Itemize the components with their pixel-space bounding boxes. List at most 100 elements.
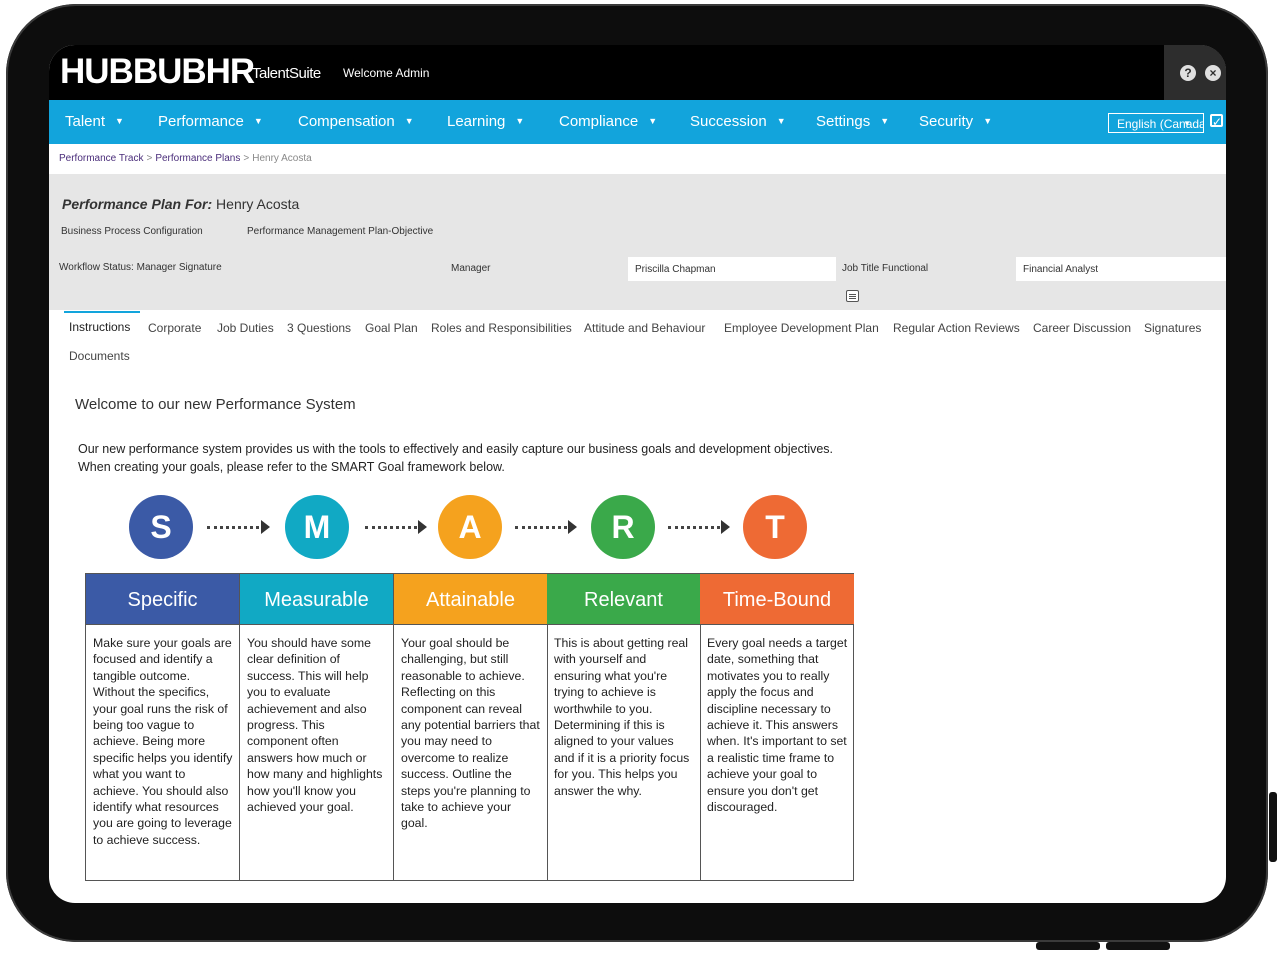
arrow-right-icon	[261, 520, 270, 534]
nav-item-label: Succession	[690, 113, 767, 130]
tab-action-reviews[interactable]: Regular Action Reviews	[893, 321, 1020, 335]
app-screen: HUBBUBHR TalentSuite Welcome Admin ? × T…	[49, 45, 1226, 903]
nav-item-label: Security	[919, 113, 974, 130]
welcome-heading: Welcome to our new Performance System	[75, 396, 356, 413]
plan-title-label: Performance Plan For:	[62, 196, 213, 212]
top-icon-group: ? ×	[1164, 45, 1226, 100]
job-title-label: Job Title Functional	[842, 263, 929, 274]
nav-item-talent[interactable]: Talent ▼	[65, 113, 124, 130]
smart-circle-r: R	[591, 495, 655, 559]
arrow-right-icon	[721, 520, 730, 534]
smart-column-text: Make sure your goals are focused and ide…	[93, 636, 233, 847]
dotted-connector	[207, 526, 265, 529]
nav-item-compliance[interactable]: Compliance ▼	[559, 113, 657, 130]
breadcrumb-separator: >	[243, 153, 250, 164]
page-title: Performance Plan For: Henry Acosta	[62, 196, 299, 212]
tab-corporate[interactable]: Corporate	[148, 321, 201, 335]
tab-job-duties[interactable]: Job Duties	[217, 321, 274, 335]
tablet-side-button	[1269, 792, 1277, 862]
chevron-down-icon: ▼	[253, 116, 263, 126]
logo[interactable]: HUBBUBHR	[60, 52, 255, 92]
tab-documents[interactable]: Documents	[69, 349, 130, 363]
nav-item-succession[interactable]: Succession ▼	[690, 113, 786, 130]
chevron-down-icon: ▼	[776, 116, 786, 126]
dotted-connector	[668, 526, 726, 529]
breadcrumb-separator: >	[146, 153, 153, 164]
employee-name: Henry Acosta	[216, 196, 300, 212]
tab-attitude[interactable]: Attitude and Behaviour	[584, 321, 705, 335]
tablet-bottom-button	[1036, 942, 1100, 950]
tab-3-questions[interactable]: 3 Questions	[287, 321, 351, 335]
nav-item-label: Settings	[816, 113, 871, 130]
close-icon[interactable]: ×	[1205, 65, 1221, 81]
manager-field: Priscilla Chapman	[628, 257, 836, 281]
chevron-down-icon: ▼	[404, 116, 414, 126]
chevron-down-icon: ▼	[115, 116, 124, 126]
smart-column-attainable: Attainable Your goal should be challengi…	[394, 574, 548, 880]
main-nav: Talent ▼ Performance ▼ Compensation ▼ Learn…	[49, 100, 1226, 144]
job-title-field: Financial Analyst	[1016, 257, 1226, 281]
smart-goal-table: Specific Make sure your goals are focuse…	[85, 573, 854, 881]
nav-item-performance[interactable]: Performance ▼	[158, 113, 263, 130]
checkbox-icon[interactable]: ✓	[1210, 114, 1223, 128]
tab-goal-plan[interactable]: Goal Plan	[365, 321, 418, 335]
chevron-down-icon: ▼	[983, 116, 993, 126]
welcome-text: Welcome Admin	[343, 66, 430, 80]
breadcrumb-link[interactable]: Performance Plans	[155, 153, 240, 164]
tab-career-discussion[interactable]: Career Discussion	[1033, 321, 1131, 335]
smart-column-text: You should have some clear definition of…	[247, 636, 383, 815]
help-icon[interactable]: ?	[1180, 65, 1196, 81]
chevron-down-icon: ▼	[880, 116, 890, 126]
smart-circle-s: S	[129, 495, 193, 559]
nav-item-security[interactable]: Security ▼	[919, 113, 992, 130]
smart-circle-t: T	[743, 495, 807, 559]
arrow-right-icon	[418, 520, 427, 534]
plan-header-panel: Performance Plan For: Henry Acosta Busin…	[49, 174, 1226, 310]
dotted-connector	[515, 526, 573, 529]
manager-label: Manager	[451, 263, 491, 274]
arrow-right-icon	[568, 520, 577, 534]
bpc-label: Business Process Configuration	[61, 226, 203, 237]
smart-column-text: Every goal needs a target date, somethin…	[707, 636, 848, 815]
dotted-connector	[365, 526, 423, 529]
smart-column-header: Specific	[86, 574, 239, 625]
smart-column-header: Measurable	[240, 574, 393, 625]
intro-line: Our new performance system provides us w…	[78, 442, 834, 456]
tab-roles[interactable]: Roles and Responsibilities	[431, 321, 572, 335]
smart-column-measurable: Measurable You should have some clear de…	[240, 574, 394, 880]
smart-column-text: This is about getting real with yourself…	[554, 636, 690, 798]
smart-column-header: Time-Bound	[700, 574, 854, 625]
chevron-down-icon: ▼	[1183, 119, 1191, 128]
nav-item-label: Compliance	[559, 113, 639, 130]
nav-item-label: Performance	[158, 113, 244, 130]
breadcrumb-link[interactable]: Performance Track	[59, 153, 143, 164]
top-bar: HUBBUBHR TalentSuite Welcome Admin ? ×	[49, 45, 1226, 100]
chevron-down-icon: ▼	[515, 116, 525, 126]
logo-subtitle: TalentSuite	[252, 65, 321, 82]
tablet-bottom-button	[1106, 942, 1170, 950]
calendar-icon[interactable]	[846, 290, 859, 302]
nav-item-learning[interactable]: Learning ▼	[447, 113, 524, 130]
tab-development-plan[interactable]: Employee Development Plan	[724, 321, 879, 335]
language-select[interactable]: English (Canada) ▼	[1108, 113, 1204, 133]
smart-column-specific: Specific Make sure your goals are focuse…	[86, 574, 240, 880]
nav-item-settings[interactable]: Settings ▼	[816, 113, 889, 130]
smart-column-relevant: Relevant This is about getting real with…	[547, 574, 701, 880]
smart-circle-m: M	[285, 495, 349, 559]
intro-line: When creating your goals, please refer t…	[78, 460, 505, 474]
intro-text: Our new performance system provides us w…	[78, 440, 833, 476]
breadcrumb-current: Henry Acosta	[252, 153, 312, 164]
bpc-value: Performance Management Plan-Objective	[247, 226, 434, 237]
smart-column-time-bound: Time-Bound Every goal needs a target dat…	[700, 574, 854, 880]
nav-item-label: Compensation	[298, 113, 395, 130]
smart-column-header: Attainable	[394, 574, 547, 625]
smart-column-header: Relevant	[547, 574, 700, 625]
tab-instructions[interactable]: Instructions	[69, 320, 130, 334]
breadcrumb: Performance Track > Performance Plans > Henr…	[59, 153, 312, 164]
nav-item-label: Learning	[447, 113, 506, 130]
tab-signatures[interactable]: Signatures	[1144, 321, 1201, 335]
nav-item-label: Talent	[65, 113, 106, 130]
smart-column-text: Your goal should be challenging, but sti…	[401, 636, 540, 831]
nav-item-compensation[interactable]: Compensation ▼	[298, 113, 414, 130]
workflow-status: Workflow Status: Manager Signature	[59, 262, 222, 273]
